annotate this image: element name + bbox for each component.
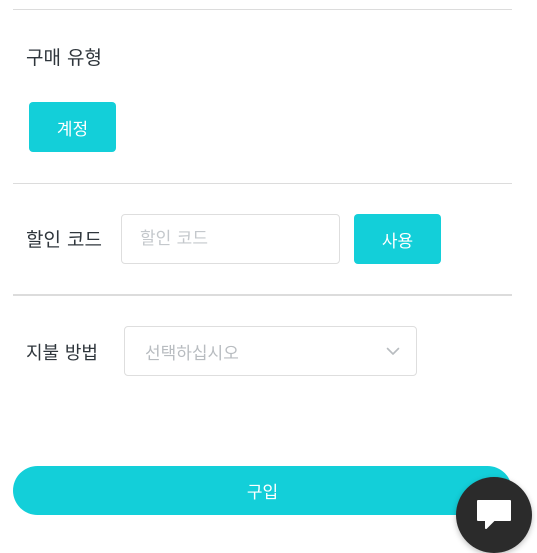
- chevron-down-icon: [386, 347, 400, 355]
- account-button[interactable]: 계정: [29, 102, 116, 152]
- payment-method-select[interactable]: 선택하십시오: [124, 326, 417, 376]
- chat-button[interactable]: [456, 477, 532, 553]
- apply-discount-button[interactable]: 사용: [354, 214, 441, 264]
- discount-code-input[interactable]: [121, 214, 340, 264]
- buy-button[interactable]: 구입: [13, 466, 512, 515]
- divider-top: [13, 9, 512, 10]
- divider-bottom: [13, 294, 512, 296]
- purchase-type-title: 구매 유형: [26, 47, 102, 69]
- divider-middle: [13, 183, 512, 184]
- chat-bubble-icon: [477, 500, 511, 529]
- payment-method-label: 지불 방법: [26, 343, 98, 364]
- discount-code-label: 할인 코드: [26, 229, 102, 251]
- purchase-form: 구매 유형 계정 할인 코드 사용 지불 방법 선택하십시오 구입: [0, 0, 537, 553]
- payment-method-select-value: 선택하십시오: [145, 343, 239, 364]
